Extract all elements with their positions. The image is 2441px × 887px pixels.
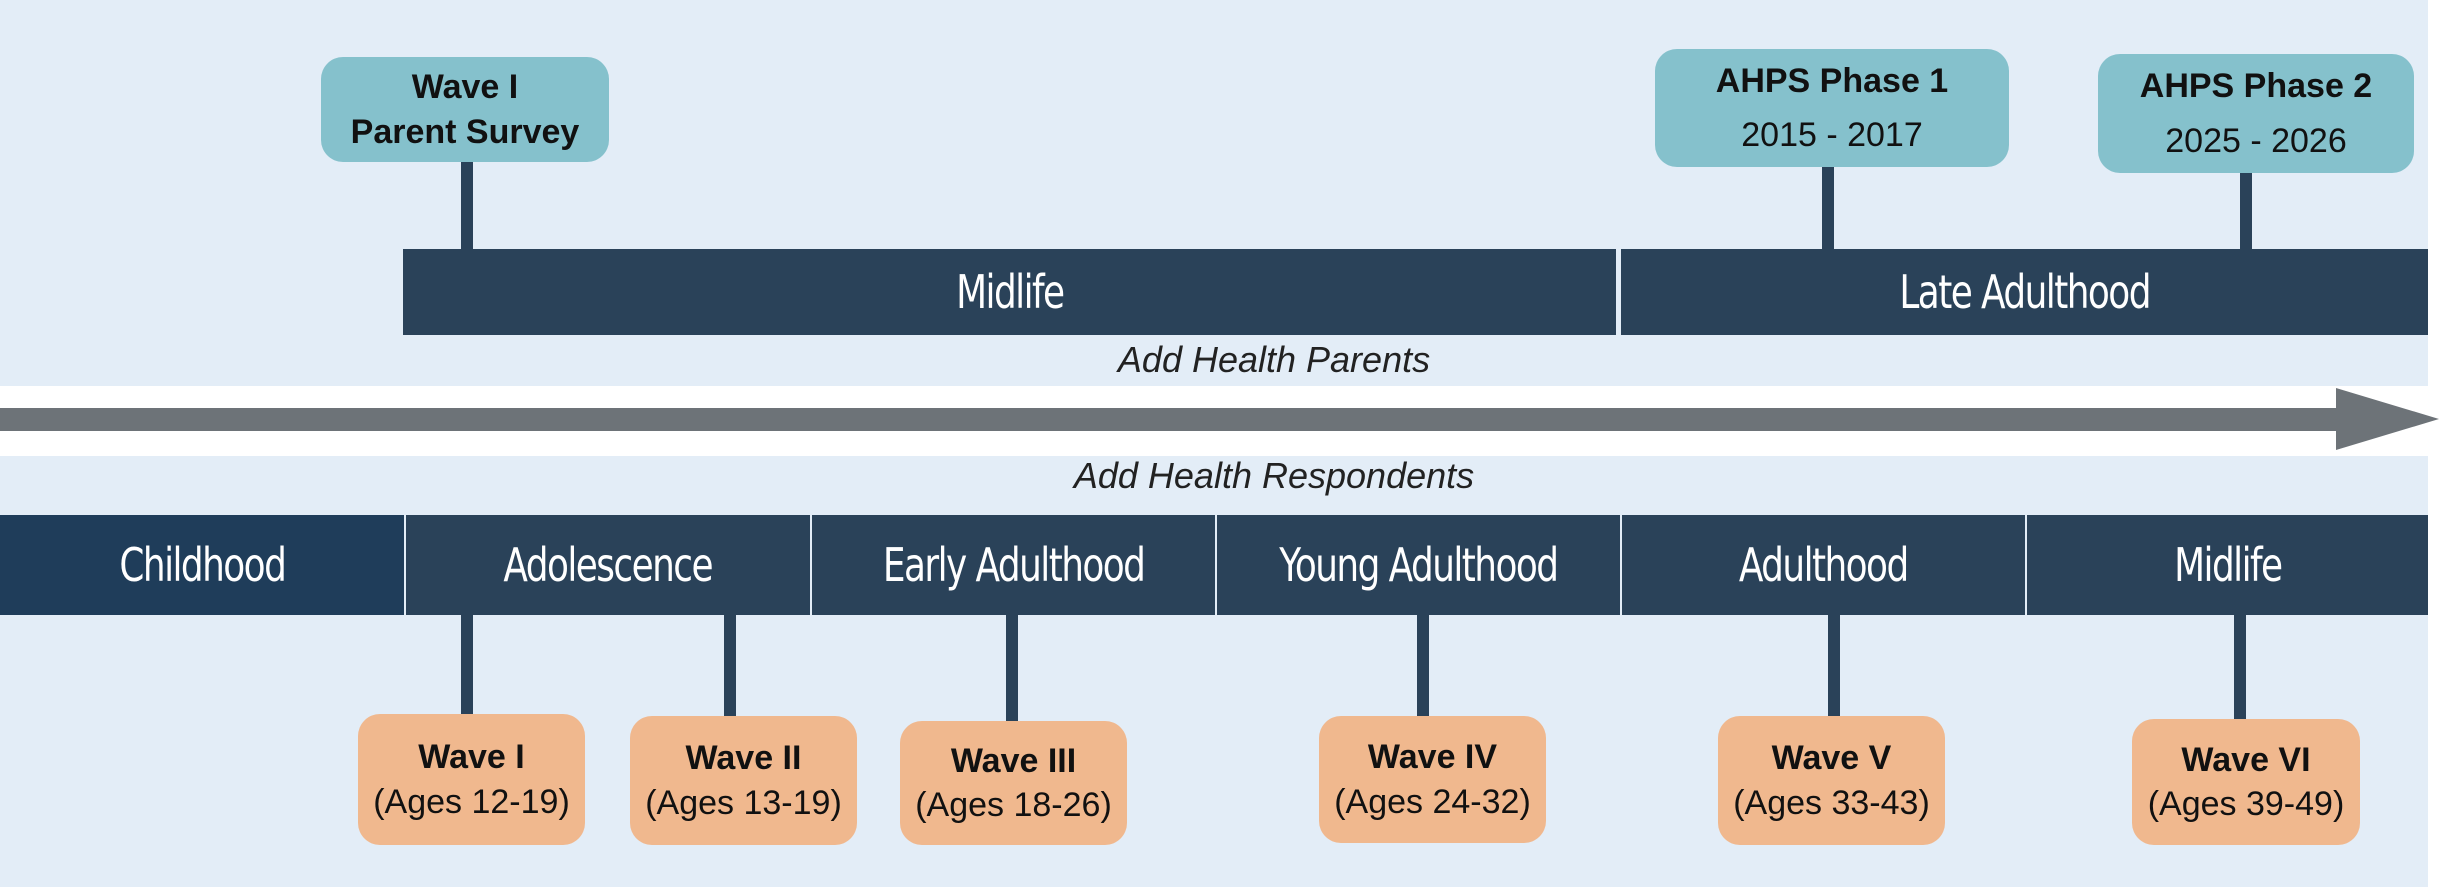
wave-4-box: Wave IV (Ages 24-32): [1319, 716, 1546, 843]
arrow-right-icon: [2336, 388, 2439, 450]
respondents-caption: Add Health Respondents: [1073, 455, 1475, 496]
survey-title: AHPS Phase 1: [1715, 61, 1949, 100]
stage-label: Midlife: [955, 265, 1065, 319]
stage-label: Midlife: [2173, 538, 2283, 592]
parents-caption: Add Health Parents: [1117, 339, 1431, 380]
wave-title: Wave VI: [2181, 740, 2311, 779]
wave-title: Wave IV: [1367, 738, 1498, 777]
connector: [461, 160, 473, 250]
wave-ages: (Ages 33-43): [1733, 783, 1930, 822]
stage-label: Adolescence: [503, 538, 714, 592]
stage-bar-early-adulthood: Early Adulthood: [812, 515, 1215, 615]
connector: [1828, 615, 1840, 717]
wave-title: Wave III: [950, 741, 1077, 780]
stage-bar-adulthood: Adulthood: [1622, 515, 2025, 615]
stage-bar-midlife-parents: Midlife: [403, 249, 1616, 335]
connector: [2240, 170, 2252, 250]
stage-label: Adulthood: [1739, 538, 1909, 592]
ahps-phase-2: AHPS Phase 2 2025 - 2026: [2098, 54, 2414, 173]
survey-title: Wave I: [411, 68, 519, 107]
wave-ages: (Ages 24-32): [1334, 782, 1531, 821]
stage-bar-young-adulthood: Young Adulthood: [1217, 515, 1620, 615]
connector: [724, 615, 736, 717]
wave-ages: (Ages 13-19): [645, 783, 842, 822]
wave-title: Wave V: [1771, 739, 1892, 778]
parent-survey-wave-1: Wave I Parent Survey: [321, 57, 609, 162]
timeline-arrow-shaft: [0, 408, 2340, 431]
wave-ages: (Ages 12-19): [373, 782, 570, 821]
stage-label: Childhood: [119, 538, 286, 592]
connector: [2234, 615, 2246, 719]
wave-ages: (Ages 18-26): [915, 786, 1112, 824]
connector: [1006, 615, 1018, 722]
wave-3-box: Wave III (Ages 18-26): [900, 721, 1127, 845]
wave-2-box: Wave II (Ages 13-19): [630, 716, 857, 845]
wave-title: Wave I: [418, 738, 525, 777]
connector: [1417, 615, 1429, 717]
add-health-timeline: Wave I Parent Survey AHPS Phase 1 2015 -…: [0, 0, 2441, 887]
wave-5-box: Wave V (Ages 33-43): [1718, 716, 1945, 845]
stage-label: Late Adulthood: [1899, 265, 2151, 319]
ahps-phase-1: AHPS Phase 1 2015 - 2017: [1655, 49, 2009, 167]
wave-1-box: Wave I (Ages 12-19): [358, 714, 585, 845]
stage-bar-childhood: Childhood: [0, 515, 404, 615]
stage-label: Young Adulthood: [1279, 538, 1559, 592]
stage-bar-adolescence: Adolescence: [406, 515, 810, 615]
survey-years: 2015 - 2017: [1741, 116, 1923, 154]
wave-ages: (Ages 39-49): [2147, 785, 2345, 823]
stage-bar-midlife-respondents: Midlife: [2027, 515, 2428, 615]
connector: [1822, 165, 1834, 250]
connector: [461, 615, 473, 715]
stage-bar-late-adulthood: Late Adulthood: [1621, 249, 2428, 335]
survey-years: 2025 - 2026: [2165, 121, 2347, 160]
survey-subtitle: Parent Survey: [350, 112, 580, 151]
wave-title: Wave II: [685, 739, 802, 778]
stage-label: Early Adulthood: [882, 538, 1146, 592]
wave-6-box: Wave VI (Ages 39-49): [2132, 719, 2360, 845]
survey-title: AHPS Phase 2: [2139, 67, 2373, 106]
